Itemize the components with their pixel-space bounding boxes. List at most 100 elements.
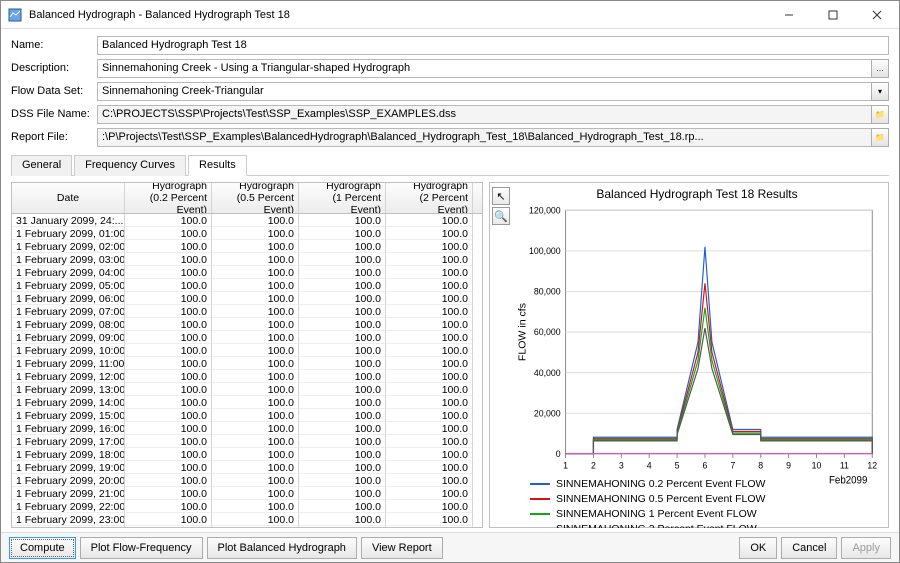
table-row[interactable]: 1 February 2099, 17:00100.0100.0100.0100…: [12, 435, 482, 448]
table-row[interactable]: 31 January 2099, 24:...100.0100.0100.010…: [12, 214, 482, 227]
dss-file-input[interactable]: C:\PROJECTS\SSP\Projects\Test\SSP_Exampl…: [97, 105, 872, 124]
cell-value: 100.0: [212, 370, 299, 383]
table-row[interactable]: 1 February 2099, 02:00100.0100.0100.0100…: [12, 240, 482, 253]
cell-value: 100.0: [212, 344, 299, 357]
table-row[interactable]: 1 February 2099, 22:00100.0100.0100.0100…: [12, 500, 482, 513]
close-button[interactable]: [855, 1, 899, 29]
cell-value: 100.0: [299, 409, 386, 422]
table-row[interactable]: 1 February 2099, 08:00100.0100.0100.0100…: [12, 318, 482, 331]
table-row[interactable]: 1 February 2099, 19:00100.0100.0100.0100…: [12, 461, 482, 474]
cell-value: 100.0: [125, 266, 212, 279]
name-value: Balanced Hydrograph Test 18: [102, 39, 247, 51]
cell-value: 100.0: [386, 448, 473, 461]
cell-value: 100.0: [125, 370, 212, 383]
apply-button[interactable]: Apply: [841, 537, 891, 559]
table-row[interactable]: 1 February 2099, 14:00100.0100.0100.0100…: [12, 396, 482, 409]
tab-frequency-curves[interactable]: Frequency Curves: [74, 155, 186, 176]
results-table: Date Hydrograph (0.2 Percent Event) Hydr…: [11, 182, 483, 528]
table-body[interactable]: 31 January 2099, 24:...100.0100.0100.010…: [12, 214, 482, 527]
table-row[interactable]: 1 February 2099, 11:00100.0100.0100.0100…: [12, 357, 482, 370]
description-label: Description:: [11, 62, 97, 74]
cell-value: 100.0: [212, 500, 299, 513]
cell-date: 1 February 2099, 08:00: [12, 318, 125, 331]
col-h1[interactable]: Hydrograph (1 Percent Event): [299, 183, 386, 213]
maximize-button[interactable]: [811, 1, 855, 29]
zoom-tool[interactable]: 🔍: [492, 207, 510, 225]
table-row[interactable]: 1 February 2099, 04:00100.0100.0100.0100…: [12, 266, 482, 279]
cell-value: 100.0: [386, 409, 473, 422]
cell-value: 100.0: [386, 253, 473, 266]
table-row[interactable]: 1 February 2099, 24:008155.37441.96904.1…: [12, 526, 482, 527]
cell-date: 1 February 2099, 02:00: [12, 240, 125, 253]
svg-text:0: 0: [556, 449, 561, 459]
main-window: Balanced Hydrograph - Balanced Hydrograp…: [0, 0, 900, 563]
plot-flow-frequency-button[interactable]: Plot Flow-Frequency: [80, 537, 203, 559]
name-input[interactable]: Balanced Hydrograph Test 18: [97, 36, 889, 55]
legend-item: SINNEMAHONING 1 Percent Event FLOW: [530, 507, 880, 522]
cell-value: 100.0: [125, 305, 212, 318]
table-row[interactable]: 1 February 2099, 18:00100.0100.0100.0100…: [12, 448, 482, 461]
svg-text:9: 9: [786, 460, 791, 470]
table-row[interactable]: 1 February 2099, 21:00100.0100.0100.0100…: [12, 487, 482, 500]
table-row[interactable]: 1 February 2099, 07:00100.0100.0100.0100…: [12, 305, 482, 318]
cell-value: 100.0: [386, 357, 473, 370]
table-row[interactable]: 1 February 2099, 16:00100.0100.0100.0100…: [12, 422, 482, 435]
cell-value: 100.0: [212, 227, 299, 240]
cursor-icon: ↖: [496, 190, 505, 203]
chart-plot[interactable]: Balanced Hydrograph Test 18 Results 020,…: [512, 185, 882, 471]
cell-date: 1 February 2099, 22:00: [12, 500, 125, 513]
plot-balanced-hydrograph-button[interactable]: Plot Balanced Hydrograph: [207, 537, 357, 559]
table-row[interactable]: 1 February 2099, 10:00100.0100.0100.0100…: [12, 344, 482, 357]
cell-value: 100.0: [212, 461, 299, 474]
cell-value: 100.0: [299, 253, 386, 266]
table-row[interactable]: 1 February 2099, 01:00100.0100.0100.0100…: [12, 227, 482, 240]
col-date[interactable]: Date: [12, 183, 125, 213]
table-row[interactable]: 1 February 2099, 05:00100.0100.0100.0100…: [12, 279, 482, 292]
cell-date: 1 February 2099, 10:00: [12, 344, 125, 357]
flow-data-set-dropdown-button[interactable]: ▾: [871, 82, 889, 101]
flow-data-set-label: Flow Data Set:: [11, 85, 97, 97]
cell-value: 100.0: [386, 396, 473, 409]
report-file-input[interactable]: :\P\Projects\Test\SSP_Examples\BalancedH…: [97, 128, 872, 147]
compute-button[interactable]: Compute: [9, 537, 76, 559]
dss-file-browse-button[interactable]: 📁: [871, 105, 889, 124]
flow-data-set-select[interactable]: Sinnemahoning Creek-Triangular: [97, 82, 872, 101]
ok-button[interactable]: OK: [739, 537, 777, 559]
description-more-button[interactable]: …: [871, 59, 889, 78]
col-h05[interactable]: Hydrograph (0.5 Percent Event): [212, 183, 299, 213]
description-input[interactable]: Sinnemahoning Creek - Using a Triangular…: [97, 59, 872, 78]
cell-date: 1 February 2099, 03:00: [12, 253, 125, 266]
cell-value: 100.0: [386, 227, 473, 240]
cell-value: 100.0: [299, 331, 386, 344]
svg-text:10: 10: [812, 460, 822, 470]
cell-value: 100.0: [386, 487, 473, 500]
col-h02[interactable]: Hydrograph (0.2 Percent Event): [125, 183, 212, 213]
report-file-browse-button[interactable]: 📁: [871, 128, 889, 147]
tab-results[interactable]: Results: [188, 155, 247, 176]
pointer-tool[interactable]: ↖: [492, 187, 510, 205]
cell-value: 100.0: [386, 214, 473, 227]
table-row[interactable]: 1 February 2099, 09:00100.0100.0100.0100…: [12, 331, 482, 344]
cell-date: 1 February 2099, 14:00: [12, 396, 125, 409]
tab-general[interactable]: General: [11, 155, 72, 176]
cell-value: 100.0: [212, 487, 299, 500]
cell-value: 100.0: [212, 331, 299, 344]
cell-value: 100.0: [212, 305, 299, 318]
cell-value: 100.0: [212, 409, 299, 422]
table-row[interactable]: 1 February 2099, 20:00100.0100.0100.0100…: [12, 474, 482, 487]
svg-text:80,000: 80,000: [534, 286, 561, 296]
table-row[interactable]: 1 February 2099, 15:00100.0100.0100.0100…: [12, 409, 482, 422]
col-h2[interactable]: Hydrograph (2 Percent Event): [386, 183, 473, 213]
minimize-button[interactable]: [767, 1, 811, 29]
view-report-button[interactable]: View Report: [361, 537, 443, 559]
cell-value: 7441.9: [212, 526, 299, 527]
table-row[interactable]: 1 February 2099, 06:00100.0100.0100.0100…: [12, 292, 482, 305]
cancel-button[interactable]: Cancel: [781, 537, 837, 559]
cell-date: 1 February 2099, 18:00: [12, 448, 125, 461]
table-row[interactable]: 1 February 2099, 13:00100.0100.0100.0100…: [12, 383, 482, 396]
table-row[interactable]: 1 February 2099, 03:00100.0100.0100.0100…: [12, 253, 482, 266]
cell-date: 1 February 2099, 05:00: [12, 279, 125, 292]
table-row[interactable]: 1 February 2099, 23:00100.0100.0100.0100…: [12, 513, 482, 526]
table-row[interactable]: 1 February 2099, 12:00100.0100.0100.0100…: [12, 370, 482, 383]
footer: Compute Plot Flow-Frequency Plot Balance…: [1, 532, 899, 562]
